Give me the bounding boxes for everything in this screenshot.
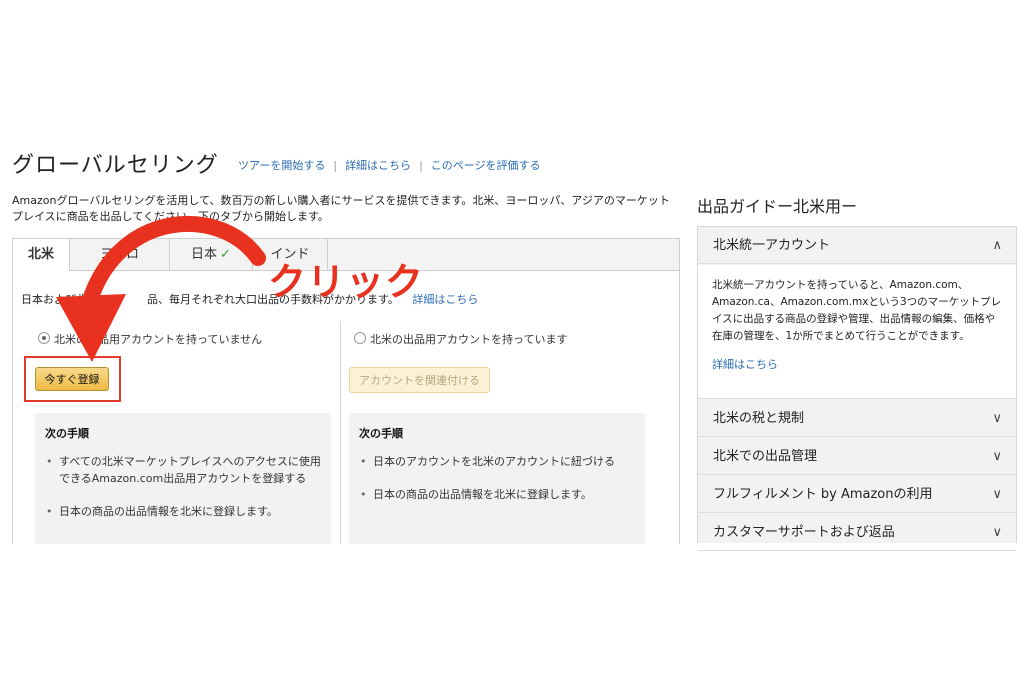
- tab-japan[interactable]: 日本 ✓: [170, 239, 253, 270]
- tab-label: 北米: [27, 247, 54, 262]
- click-annotation-label: クリック: [268, 260, 425, 304]
- start-tour-link[interactable]: ツアーを開始する: [238, 159, 325, 172]
- rate-page-link[interactable]: このページを評価する: [431, 159, 541, 172]
- guide-title: 出品ガイドー北米用ー: [697, 197, 858, 216]
- radio-label: 北米の出品用アカウントを持っていません: [54, 333, 263, 346]
- register-now-button[interactable]: 今すぐ登録: [35, 367, 109, 391]
- header-links: ツアーを開始する | 詳細はこちら | このページを評価する: [238, 157, 541, 173]
- accordion-label: カスタマーサポートおよび返品: [713, 525, 895, 540]
- accordion-content: 北米統一アカウントを持っていると、Amazon.com、Amazon.ca、Am…: [698, 265, 1016, 399]
- no-account-option[interactable]: 北米の出品用アカウントを持っていません: [38, 331, 262, 347]
- step-item: 日本の商品の出品情報を北米に登録します。: [360, 486, 635, 503]
- accordion-label: 北米の税と規制: [713, 411, 805, 426]
- tab-label: 日本: [191, 247, 218, 262]
- tab-europe[interactable]: ヨーロ: [70, 239, 170, 270]
- details-link[interactable]: 詳細はこちら: [345, 159, 411, 172]
- steps-title: 次の手順: [359, 427, 403, 440]
- chevron-up-icon: ∧: [992, 238, 1002, 253]
- accordion-tax-regulation[interactable]: 北米の税と規制 ∨: [698, 400, 1016, 437]
- intro-text: Amazonグローバルセリングを活用して、数百万の新しい購入者にサービスを提供で…: [12, 193, 678, 225]
- step-item: すべての北米マーケットプレイスへのアクセスに使用できるAmazon.com出品用…: [46, 453, 321, 487]
- accordion-listing-management[interactable]: 北米での出品管理 ∨: [698, 438, 1016, 475]
- check-icon: ✓: [220, 247, 231, 262]
- intro-line: プレイスに商品を出品してください。下のタブから開始します。: [12, 210, 329, 223]
- accordion-customer-support[interactable]: カスタマーサポートおよび返品 ∨: [698, 514, 1016, 551]
- has-account-option[interactable]: 北米の出品用アカウントを持っています: [354, 331, 567, 347]
- accordion-text: 北米統一アカウントを持っていると、Amazon.com、Amazon.ca、Am…: [712, 279, 1002, 342]
- accordion-label: フルフィルメント by Amazonの利用: [713, 487, 933, 502]
- link-separator: |: [333, 159, 338, 172]
- page-title: グローバルセリング: [12, 153, 219, 178]
- accordion-fba[interactable]: フルフィルメント by Amazonの利用 ∨: [698, 476, 1016, 513]
- accordion-label: 北米での出品管理: [713, 449, 818, 464]
- step-item: 日本の商品の出品情報を北米に登録します。: [46, 503, 321, 520]
- chevron-down-icon: ∨: [992, 411, 1002, 426]
- next-steps-box: 次の手順 すべての北米マーケットプレイスへのアクセスに使用できるAmazon.c…: [35, 413, 331, 544]
- accordion-label: 北米統一アカウント: [713, 238, 831, 253]
- accordion-unified-account[interactable]: 北米統一アカウント ∧: [698, 227, 1016, 264]
- fee-note-text: 品: [147, 293, 158, 306]
- column-divider: [340, 321, 341, 544]
- radio-icon[interactable]: [354, 332, 366, 344]
- guide-details-link[interactable]: 詳細はこちら: [712, 358, 778, 371]
- chevron-down-icon: ∨: [992, 487, 1002, 502]
- steps-title: 次の手順: [45, 427, 89, 440]
- radio-label: 北米の出品用アカウントを持っています: [370, 333, 568, 346]
- radio-selected-icon[interactable]: [38, 332, 50, 344]
- link-separator: |: [419, 159, 423, 172]
- chevron-down-icon: ∨: [992, 525, 1002, 540]
- tab-north-america[interactable]: 北米: [13, 239, 70, 271]
- intro-line: Amazonグローバルセリングを活用して、数百万の新しい購入者にサービスを提供で…: [12, 194, 670, 207]
- fee-note-text: 日本および北米で: [21, 293, 109, 306]
- step-item: 日本のアカウントを北米のアカウントに紐づける: [360, 453, 635, 470]
- tab-label: ヨーロ: [99, 247, 139, 262]
- next-steps-box: 次の手順 日本のアカウントを北米のアカウントに紐づける 日本の商品の出品情報を北…: [349, 413, 645, 544]
- chevron-down-icon: ∨: [992, 449, 1002, 464]
- seller-guide-accordion: 北米統一アカウント ∧ 北米統一アカウントを持っていると、Amazon.com、A…: [697, 226, 1017, 551]
- link-account-button[interactable]: アカウントを関連付ける: [349, 367, 490, 393]
